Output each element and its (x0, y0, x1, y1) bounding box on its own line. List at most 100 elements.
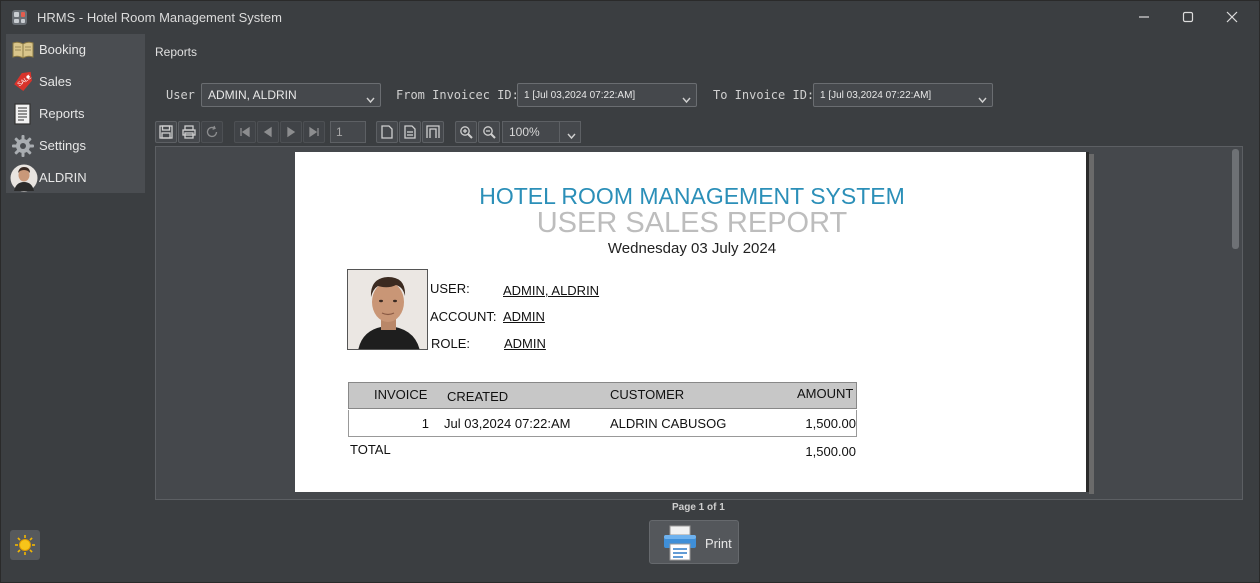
to-invoice-value: 1 [Jul 03,2024 07:22:AM] (820, 90, 932, 101)
zoom-in-button[interactable] (455, 121, 477, 143)
chevron-down-icon (978, 92, 987, 104)
from-invoice-label: From Invoicec ID: (396, 88, 519, 102)
first-page-icon (240, 126, 250, 138)
vertical-scrollbar[interactable] (1231, 149, 1240, 499)
column-header-created: CREATED (447, 389, 509, 404)
zoom-select[interactable]: 100% (502, 121, 581, 143)
previous-page-icon (263, 126, 272, 138)
refresh-button[interactable] (201, 121, 223, 143)
total-value: 1,500.00 (805, 444, 856, 459)
refresh-icon (206, 125, 218, 138)
page-icon (381, 125, 393, 139)
sale-tag-icon: SALE (14, 71, 33, 91)
close-icon (1226, 11, 1238, 23)
window-title: HRMS - Hotel Room Management System (37, 10, 282, 25)
sun-icon (15, 535, 35, 555)
account-field-label: ACCOUNT: (430, 309, 497, 324)
minimize-button[interactable] (1122, 1, 1166, 33)
first-page-button[interactable] (234, 121, 256, 143)
theme-toggle-button[interactable] (10, 530, 40, 560)
user-select[interactable]: ADMIN, ALDRIN (201, 83, 381, 107)
printer-icon (664, 525, 696, 561)
title-bar: HRMS - Hotel Room Management System (1, 1, 1259, 33)
print-report-button[interactable] (178, 121, 200, 143)
last-page-button[interactable] (303, 121, 325, 143)
sidebar-item-label: Booking (39, 42, 86, 57)
print-button[interactable]: Print (649, 520, 739, 564)
invoice-cell: 1 (421, 416, 429, 431)
reports-panel: Reports User ADMIN, ALDRIN From Invoicec… (145, 34, 1259, 582)
page-status-text: Page 1 of 1 (672, 502, 725, 513)
user-photo (347, 269, 428, 350)
user-field-label: USER: (430, 281, 470, 296)
fit-width-button[interactable] (422, 121, 444, 143)
book-icon (12, 41, 34, 59)
scrollbar-thumb[interactable] (1232, 149, 1239, 249)
fit-page-icon (404, 125, 416, 139)
column-header-amount: AMOUNT (797, 386, 854, 401)
sidebar-item-label: Reports (39, 106, 85, 121)
page-title: Reports (155, 45, 198, 59)
user-filter-label: User (166, 88, 195, 102)
printer-icon (182, 125, 196, 139)
table-row: 1 Jul 03,2024 07:22:AM ALDRIN CABUSOG 1,… (348, 410, 857, 437)
customer-cell: ALDRIN CABUSOG (610, 416, 727, 431)
app-window: HRMS - Hotel Room Management System Book… (0, 0, 1260, 583)
maximize-button[interactable] (1166, 1, 1210, 33)
sidebar-item-label: Settings (39, 138, 86, 153)
close-button[interactable] (1210, 1, 1254, 33)
save-button[interactable] (155, 121, 177, 143)
chevron-down-icon (567, 129, 576, 143)
gear-icon (12, 134, 34, 157)
last-page-icon (309, 126, 319, 138)
account-field-value: ADMIN (503, 309, 545, 324)
fit-page-button[interactable] (399, 121, 421, 143)
maximize-icon (1182, 11, 1194, 23)
app-icon (12, 10, 27, 25)
zoom-value: 100% (509, 125, 540, 139)
sidebar-item-user[interactable]: ALDRIN (6, 162, 145, 193)
sidebar-item-label: Sales (39, 74, 72, 89)
column-header-invoice: INVOICE (374, 387, 428, 402)
zoom-in-icon (460, 126, 473, 139)
minimize-icon (1139, 16, 1149, 18)
column-header-customer: CUSTOMER (610, 387, 685, 402)
next-page-icon (287, 126, 296, 138)
user-avatar (10, 164, 38, 191)
previous-page-button[interactable] (257, 121, 279, 143)
role-field-value: ADMIN (504, 336, 546, 351)
actual-size-button[interactable] (376, 121, 398, 143)
invoice-table-header: INVOICE CREATED CUSTOMER AMOUNT (348, 382, 857, 409)
zoom-separator (559, 122, 560, 142)
total-label: TOTAL (350, 442, 391, 457)
to-invoice-label: To Invoice ID: (713, 88, 815, 102)
sidebar: Booking SALE Sales Reports Settings ALDR… (6, 34, 145, 193)
page-shadow (1089, 154, 1094, 494)
zoom-out-button[interactable] (478, 121, 500, 143)
page-number-input[interactable]: 1 (330, 121, 366, 143)
user-select-value: ADMIN, ALDRIN (208, 88, 297, 102)
amount-cell: 1,500.00 (805, 416, 856, 431)
next-page-button[interactable] (280, 121, 302, 143)
from-invoice-select[interactable]: 1 [Jul 03,2024 07:22:AM] (517, 83, 697, 107)
sidebar-item-sales[interactable]: SALE Sales (6, 66, 145, 97)
sidebar-item-reports[interactable]: Reports (6, 98, 145, 129)
sidebar-item-booking[interactable]: Booking (6, 34, 145, 65)
zoom-out-icon (483, 126, 496, 139)
role-field-label: ROLE: (431, 336, 471, 351)
created-cell: Jul 03,2024 07:22:AM (444, 416, 571, 431)
from-invoice-value: 1 [Jul 03,2024 07:22:AM] (524, 90, 636, 101)
report-viewer[interactable]: HOTEL ROOM MANAGEMENT SYSTEM USER SALES … (155, 146, 1243, 500)
report-page: HOTEL ROOM MANAGEMENT SYSTEM USER SALES … (295, 152, 1089, 492)
fit-width-icon (426, 125, 440, 138)
report-document-icon (14, 102, 31, 125)
print-button-label: Print (705, 536, 732, 551)
sidebar-item-label: ALDRIN (39, 170, 87, 185)
to-invoice-select[interactable]: 1 [Jul 03,2024 07:22:AM] (813, 83, 993, 107)
save-icon (159, 125, 173, 139)
report-date: Wednesday 03 July 2024 (607, 240, 777, 257)
sidebar-item-settings[interactable]: Settings (6, 130, 145, 161)
report-subheading: USER SALES REPORT (536, 207, 848, 239)
user-field-value: ADMIN, ALDRIN (503, 283, 600, 298)
chevron-down-icon (366, 92, 375, 104)
